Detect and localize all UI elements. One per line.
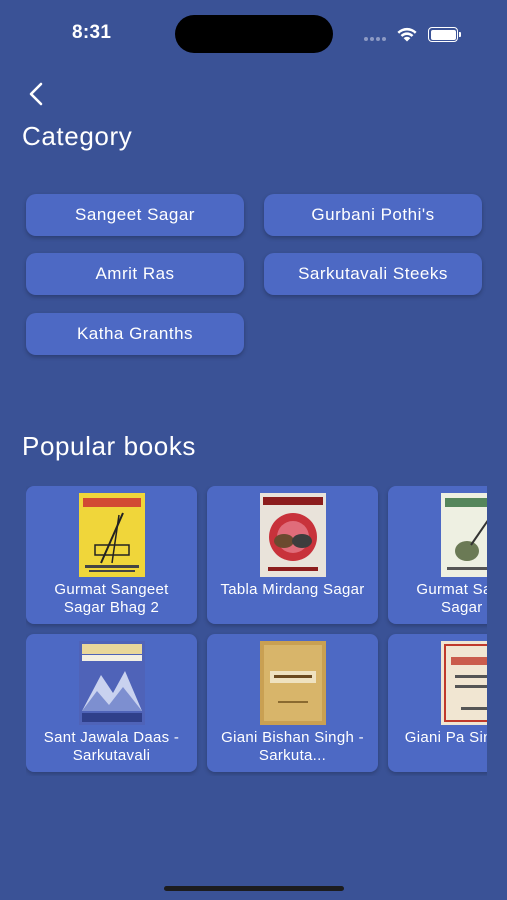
book-card[interactable]: Giani Bishan Singh - Sarkuta... bbox=[207, 634, 378, 772]
cellular-signal-icon bbox=[364, 37, 390, 41]
book-title: Tabla Mirdang Sagar bbox=[220, 581, 365, 598]
category-chip-gurbani-pothis[interactable]: Gurbani Pothi's bbox=[264, 194, 482, 236]
category-heading: Category bbox=[22, 121, 133, 151]
home-indicator[interactable] bbox=[164, 886, 344, 891]
book-card[interactable]: Sant Jawala Daas - Sarkutavali bbox=[26, 634, 197, 772]
category-chip-amrit-ras[interactable]: Amrit Ras bbox=[26, 253, 244, 295]
book-title: Giani Pa Singh - Sa bbox=[404, 729, 487, 746]
popular-books-heading: Popular books bbox=[22, 431, 197, 461]
back-button[interactable] bbox=[22, 80, 50, 108]
book-cover-image bbox=[259, 641, 326, 725]
book-cover-image bbox=[440, 493, 487, 577]
wifi-icon bbox=[397, 27, 417, 42]
book-card[interactable]: Gurmat Sangeet Sagar Bh bbox=[388, 486, 487, 624]
category-chip-sarkutavali-steeks[interactable]: Sarkutavali Steeks bbox=[264, 253, 482, 295]
book-card[interactable]: Giani Pa Singh - Sa bbox=[388, 634, 487, 772]
book-card[interactable]: Gurmat Sangeet Sagar Bhag 2 bbox=[26, 486, 197, 624]
book-title: Giani Bishan Singh - Sarkuta... bbox=[221, 729, 364, 764]
popular-books-grid[interactable]: Gurmat Sangeet Sagar Bhag 2 Tabla Mirdan… bbox=[26, 486, 487, 776]
book-title: Gurmat Sangeet Sagar Bh bbox=[416, 581, 487, 616]
book-title: Gurmat Sangeet Sagar Bhag 2 bbox=[54, 581, 169, 616]
category-chip-katha-granths[interactable]: Katha Granths bbox=[26, 313, 244, 355]
chevron-left-icon bbox=[29, 82, 43, 106]
status-time: 8:31 bbox=[72, 22, 112, 43]
book-cover-image bbox=[78, 641, 145, 725]
battery-icon bbox=[428, 27, 462, 42]
book-cover-image bbox=[259, 493, 326, 577]
status-bar: 8:31 bbox=[0, 0, 507, 64]
book-cover-image bbox=[440, 641, 487, 725]
book-title: Sant Jawala Daas - Sarkutavali bbox=[43, 729, 180, 764]
category-chip-sangeet-sagar[interactable]: Sangeet Sagar bbox=[26, 194, 244, 236]
book-cover-image bbox=[78, 493, 145, 577]
dynamic-island bbox=[175, 15, 333, 53]
book-card[interactable]: Tabla Mirdang Sagar bbox=[207, 486, 378, 624]
